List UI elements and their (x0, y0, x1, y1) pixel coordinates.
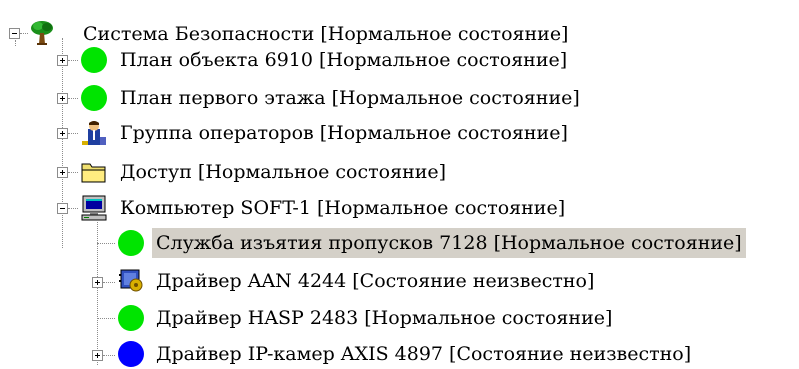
operators-group-icon (82, 121, 106, 145)
green-circle-icon (118, 230, 144, 256)
security-tree: Система Безопасности [Нормальное состоян… (0, 0, 799, 367)
tree-connector (62, 38, 63, 248)
tree-connector (97, 318, 115, 319)
tree-node-driver-aan-4244[interactable]: Драйвер AAN 4244 [Состояние неизвестно] (152, 266, 598, 296)
expand-toggle-driver-aan[interactable] (92, 277, 103, 288)
folder-icon (81, 163, 106, 183)
tree-connector (103, 282, 115, 283)
expand-toggle-first-floor[interactable] (57, 93, 68, 104)
tree-connector (68, 133, 78, 134)
tree-connector (97, 243, 115, 244)
tree-connector (68, 172, 78, 173)
tree-node-operators-group[interactable]: Группа операторов [Нормальное состояние] (116, 118, 572, 148)
collapse-toggle-computer[interactable] (57, 203, 68, 214)
tree-connector (103, 355, 115, 356)
tree-node-computer-soft-1[interactable]: Компьютер SOFT-1 [Нормальное состояние] (116, 193, 569, 223)
tree-node-plan-6910[interactable]: План объекта 6910 [Нормальное состояние] (116, 45, 571, 75)
expand-toggle-access[interactable] (57, 167, 68, 178)
tree-connector (20, 33, 28, 34)
tree-connector (68, 60, 78, 61)
tree-node-pass-withdrawal-service[interactable]: Служба изъятия пропусков 7128 [Нормально… (152, 228, 746, 258)
driver-icon (119, 269, 143, 292)
tree-node-access[interactable]: Доступ [Нормальное состояние] (116, 157, 450, 187)
expand-toggle-driver-axis[interactable] (92, 350, 103, 361)
tree-connector (68, 98, 78, 99)
green-circle-icon (81, 85, 107, 111)
tree-node-first-floor[interactable]: План первого этажа [Нормальное состояние… (116, 83, 584, 113)
tree-icon (31, 21, 53, 45)
tree-connector (68, 208, 78, 209)
collapse-toggle-root[interactable] (9, 28, 20, 39)
green-circle-icon (81, 47, 107, 73)
tree-connector (15, 40, 16, 46)
expand-toggle-plan-6910[interactable] (57, 55, 68, 66)
green-circle-icon (118, 305, 144, 331)
tree-node-driver-hasp-2483[interactable]: Драйвер HASP 2483 [Нормальное состояние] (152, 303, 616, 333)
blue-circle-icon (118, 341, 144, 367)
computer-icon (81, 195, 107, 221)
expand-toggle-operators[interactable] (57, 128, 68, 139)
